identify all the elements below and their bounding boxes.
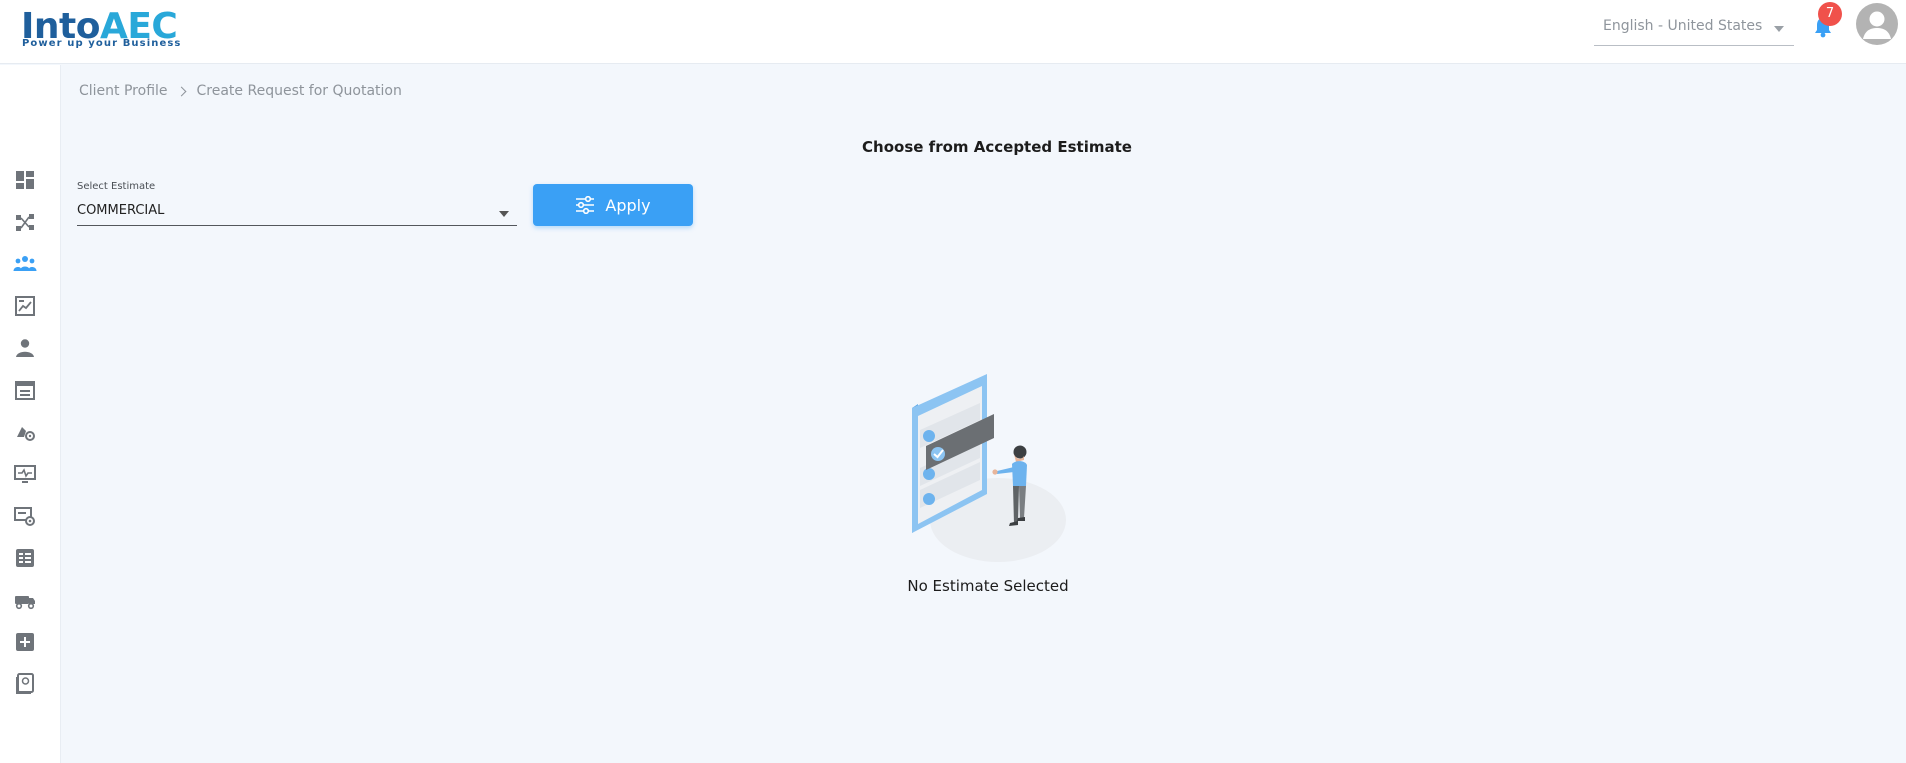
- intoaec-logo[interactable]: IntoAEC Power up your Business: [21, 4, 180, 54]
- apply-button-label: Apply: [605, 195, 651, 215]
- user-avatar-icon[interactable]: [1856, 3, 1898, 45]
- vehicle-icon: [15, 596, 35, 610]
- sidebar: [0, 65, 61, 763]
- sidebar-item-equipment[interactable]: [12, 419, 38, 445]
- billing-book-icon: [16, 673, 34, 694]
- breadcrumb-current-page: Create Request for Quotation: [196, 83, 402, 99]
- breadcrumb: Client Profile Create Request for Quotat…: [79, 80, 402, 102]
- sidebar-item-settings-tools[interactable]: [12, 503, 38, 529]
- people-group-icon: [13, 256, 37, 271]
- language-select-value: English - United States: [1603, 18, 1763, 34]
- report-chart-icon: [15, 296, 35, 316]
- project-network-icon: [16, 214, 34, 231]
- table-list-icon: [16, 549, 34, 567]
- sidebar-item-vehicle[interactable]: [12, 587, 38, 613]
- tools-gear-icon: [14, 507, 35, 526]
- sidebar-item-monitor[interactable]: [12, 461, 38, 487]
- sidebar-item-calendar[interactable]: [12, 377, 38, 403]
- sidebar-item-table-list[interactable]: [12, 545, 38, 571]
- sidebar-item-reports[interactable]: [12, 293, 38, 319]
- page-section-title: Choose from Accepted Estimate: [862, 138, 1132, 156]
- logo-tagline: Power up your Business: [22, 38, 182, 49]
- top-header: IntoAEC Power up your Business English -…: [0, 0, 1906, 64]
- breadcrumb-client-profile[interactable]: Client Profile: [79, 83, 168, 99]
- add-square-icon: [16, 633, 34, 651]
- select-estimate-dropdown[interactable]: COMMERCIAL: [77, 198, 517, 226]
- notification-count-badge[interactable]: 7: [1818, 2, 1842, 26]
- sidebar-item-dashboard[interactable]: [12, 167, 38, 193]
- apply-button[interactable]: Apply: [533, 184, 693, 226]
- select-estimate-label: Select Estimate: [77, 181, 156, 192]
- empty-state-message: No Estimate Selected: [907, 577, 1069, 595]
- sidebar-item-billing[interactable]: [12, 671, 38, 697]
- dashboard-icon: [16, 171, 34, 189]
- sidebar-item-add[interactable]: [12, 629, 38, 655]
- equipment-icon: [17, 427, 35, 441]
- user-icon: [16, 339, 34, 357]
- chevron-down-icon: [1774, 26, 1784, 32]
- language-select[interactable]: English - United States: [1594, 14, 1794, 46]
- checklist-person-illustration: [898, 368, 1088, 568]
- chevron-right-icon: [176, 86, 186, 96]
- calendar-icon: [15, 381, 35, 400]
- sliders-icon: [576, 196, 595, 214]
- sidebar-item-clients[interactable]: [12, 251, 38, 277]
- select-estimate-value: COMMERCIAL: [77, 203, 165, 218]
- monitor-pulse-icon: [14, 465, 36, 483]
- chevron-down-icon: [499, 211, 509, 217]
- sidebar-item-projects[interactable]: [12, 209, 38, 235]
- sidebar-item-users[interactable]: [12, 335, 38, 361]
